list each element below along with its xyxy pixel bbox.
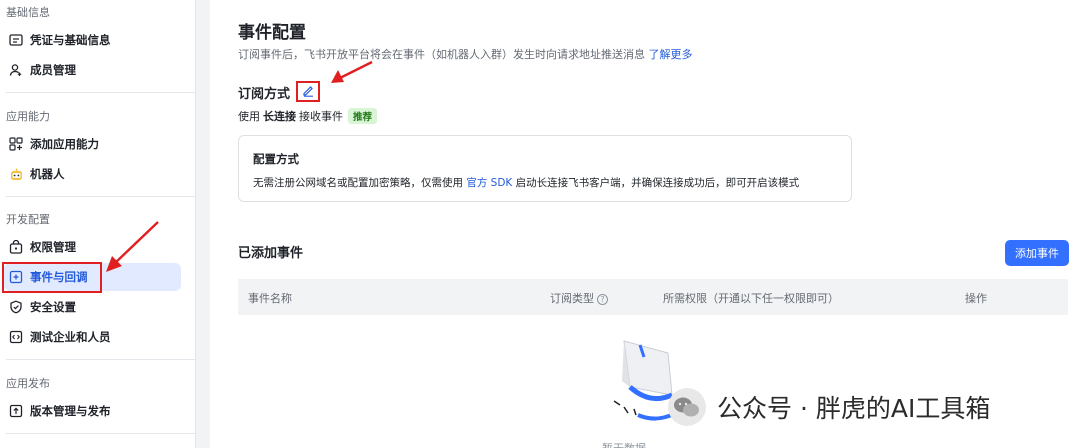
config-desc-prefix: 无需注册公网域名或配置加密策略，仅需使用 (253, 177, 463, 189)
column-header-action: 操作 (965, 292, 987, 305)
sidebar-item-security[interactable]: 安全设置 (4, 293, 181, 321)
mode-suffix: 接收事件 (299, 110, 343, 123)
section-title-dev: 开发配置 (6, 213, 50, 226)
add-capability-icon (8, 136, 24, 152)
sidebar-item-label: 安全设置 (30, 300, 76, 314)
shield-icon (8, 299, 24, 315)
sidebar-item-label: 测试企业和人员 (30, 330, 111, 344)
annotation-highlight-box (2, 262, 102, 293)
sidebar-item-members[interactable]: 成员管理 (4, 56, 181, 84)
watermark: 公众号 · 胖虎的AI工具箱 (667, 387, 990, 427)
sidebar-item-robot[interactable]: 机器人 (4, 160, 181, 188)
divider (6, 196, 196, 197)
column-header-permission: 所需权限（开通以下任一权限即可） (663, 292, 839, 305)
mode-name: 长连接 (263, 110, 296, 123)
permission-icon (8, 239, 24, 255)
subscription-title: 订阅方式 (238, 87, 291, 102)
release-icon (8, 403, 24, 419)
sdk-link[interactable]: 官方 SDK (466, 177, 512, 189)
page-description: 订阅事件后，飞书开放平台将会在事件（如机器人入群）发生时向请求地址推送消息 了解… (238, 46, 693, 62)
description-text: 订阅事件后，飞书开放平台将会在事件（如机器人入群）发生时向请求地址推送消息 (238, 48, 645, 61)
sidebar: 基础信息 凭证与基础信息 成员管理 应用能力 添加应用能力 机器人 开发配置 权… (0, 0, 196, 448)
learn-more-link[interactable]: 了解更多 (649, 48, 693, 61)
empty-state-text: 暂无数据 (602, 440, 646, 448)
subscription-mode: 使用 长连接 接收事件 推荐 (238, 108, 378, 124)
watermark-text: 公众号 · 胖虎的AI工具箱 (717, 394, 991, 423)
section-title-basic: 基础信息 (6, 6, 50, 19)
config-card: 配置方式 无需注册公网域名或配置加密策略，仅需使用 官方 SDK 启动长连接飞书… (238, 135, 852, 202)
annotation-arrow-edit (331, 60, 373, 83)
divider (6, 92, 196, 93)
section-title-capability: 应用能力 (6, 110, 50, 123)
test-icon (8, 329, 24, 345)
divider (6, 359, 196, 360)
sidebar-item-release[interactable]: 版本管理与发布 (4, 397, 181, 425)
add-event-button[interactable]: 添加事件 (1005, 240, 1069, 266)
sidebar-item-label: 成员管理 (30, 63, 76, 77)
sidebar-item-label: 版本管理与发布 (30, 404, 111, 418)
config-desc-suffix: 启动长连接飞书客户端，并确保连接成功后，即可开启该模式 (515, 177, 800, 189)
sidebar-item-test[interactable]: 测试企业和人员 (4, 323, 181, 351)
section-title-release: 应用发布 (6, 377, 50, 390)
recommend-badge: 推荐 (348, 108, 378, 124)
credential-icon (8, 32, 24, 48)
robot-icon (8, 166, 24, 182)
divider (6, 433, 196, 434)
column-header-name: 事件名称 (248, 292, 292, 305)
sidebar-item-label: 机器人 (30, 167, 65, 181)
added-events-title: 已添加事件 (238, 246, 304, 261)
config-card-description: 无需注册公网域名或配置加密策略，仅需使用 官方 SDK 启动长连接飞书客户端，并… (253, 175, 799, 190)
column-header-type-label: 订阅类型 (550, 292, 594, 305)
edit-icon (302, 82, 315, 101)
sidebar-item-label: 凭证与基础信息 (30, 33, 111, 47)
sidebar-item-credentials[interactable]: 凭证与基础信息 (4, 26, 181, 54)
column-header-type: 订阅类型? (550, 290, 608, 306)
annotation-arrow-sidebar (106, 221, 159, 272)
edit-subscription-button[interactable] (296, 81, 320, 102)
sidebar-item-add-capability[interactable]: 添加应用能力 (4, 130, 181, 158)
wechat-logo-icon (668, 388, 706, 426)
page-title: 事件配置 (238, 23, 306, 43)
sidebar-item-label: 添加应用能力 (30, 137, 99, 151)
mode-prefix: 使用 (238, 110, 260, 123)
help-icon[interactable]: ? (597, 293, 608, 305)
member-icon (8, 62, 24, 78)
sidebar-item-label: 权限管理 (30, 240, 76, 254)
events-table-header: 事件名称 订阅类型? 所需权限（开通以下任一权限即可） 操作 (238, 279, 1068, 315)
config-card-title: 配置方式 (253, 152, 299, 166)
